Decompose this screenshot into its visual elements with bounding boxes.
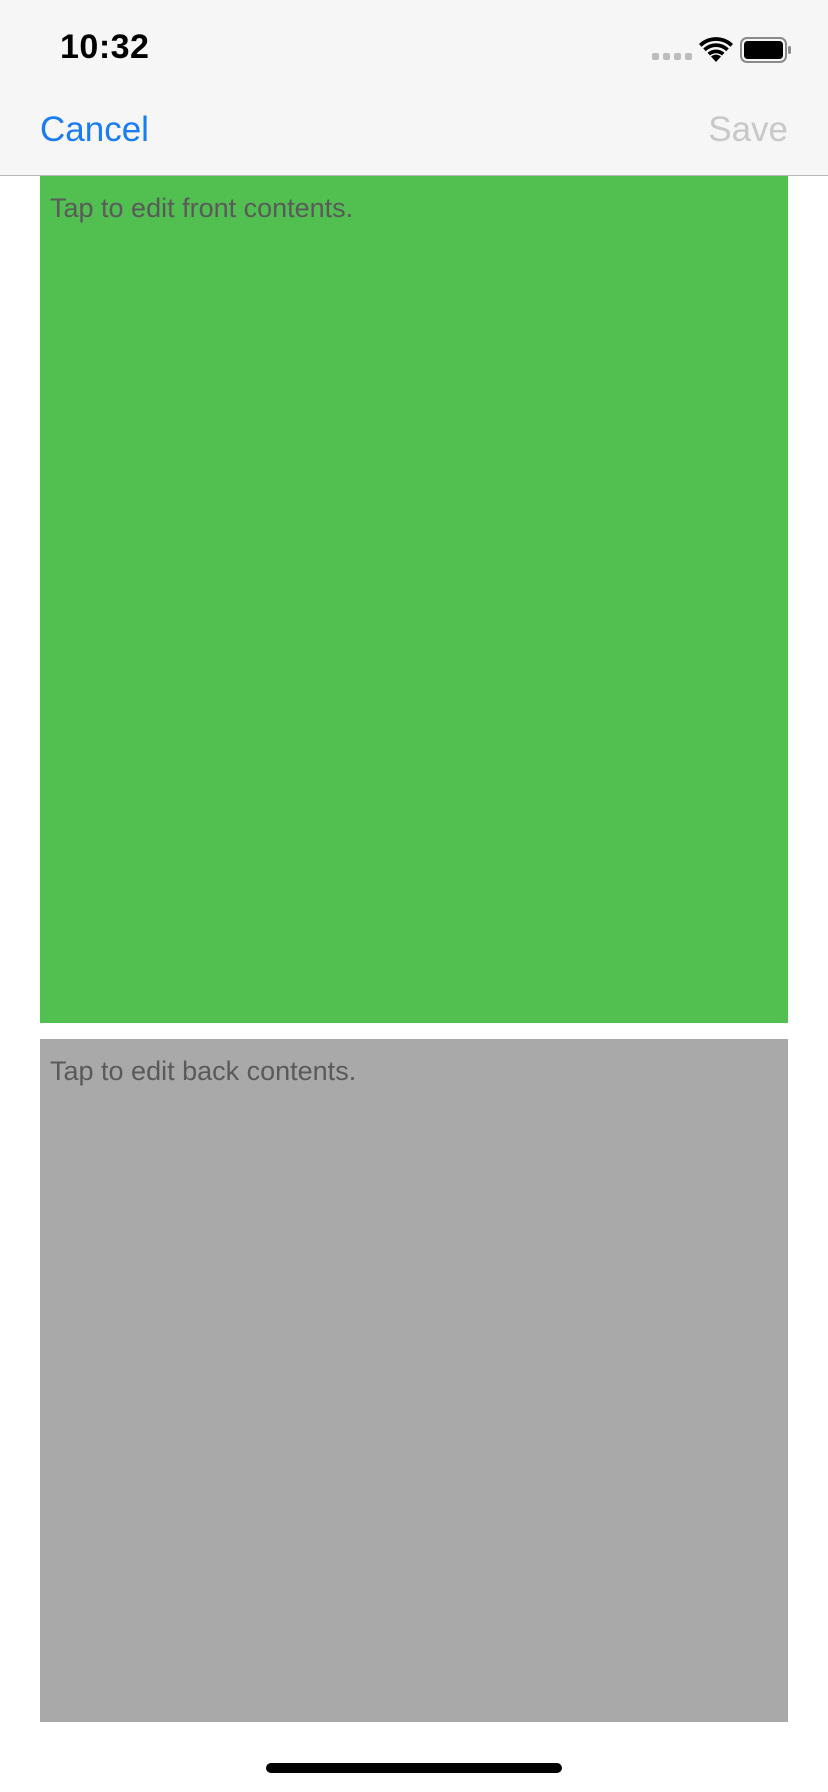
back-contents-card[interactable]: Tap to edit back contents. [40, 1039, 788, 1722]
battery-icon [740, 37, 791, 63]
front-contents-card[interactable]: Tap to edit front contents. [40, 176, 788, 1023]
front-contents-placeholder: Tap to edit front contents. [50, 193, 354, 223]
wifi-icon [699, 37, 733, 62]
status-time: 10:32 [60, 28, 150, 66]
home-indicator[interactable] [266, 1763, 562, 1773]
top-bar: 10:32 Cancel Save [0, 0, 828, 176]
save-button[interactable]: Save [708, 110, 788, 150]
back-contents-placeholder: Tap to edit back contents. [50, 1056, 357, 1086]
signal-strength-icon [652, 53, 692, 60]
screen: 10:32 Cancel Save Tap to edit front cont… [0, 0, 828, 1792]
cancel-button[interactable]: Cancel [40, 110, 149, 150]
